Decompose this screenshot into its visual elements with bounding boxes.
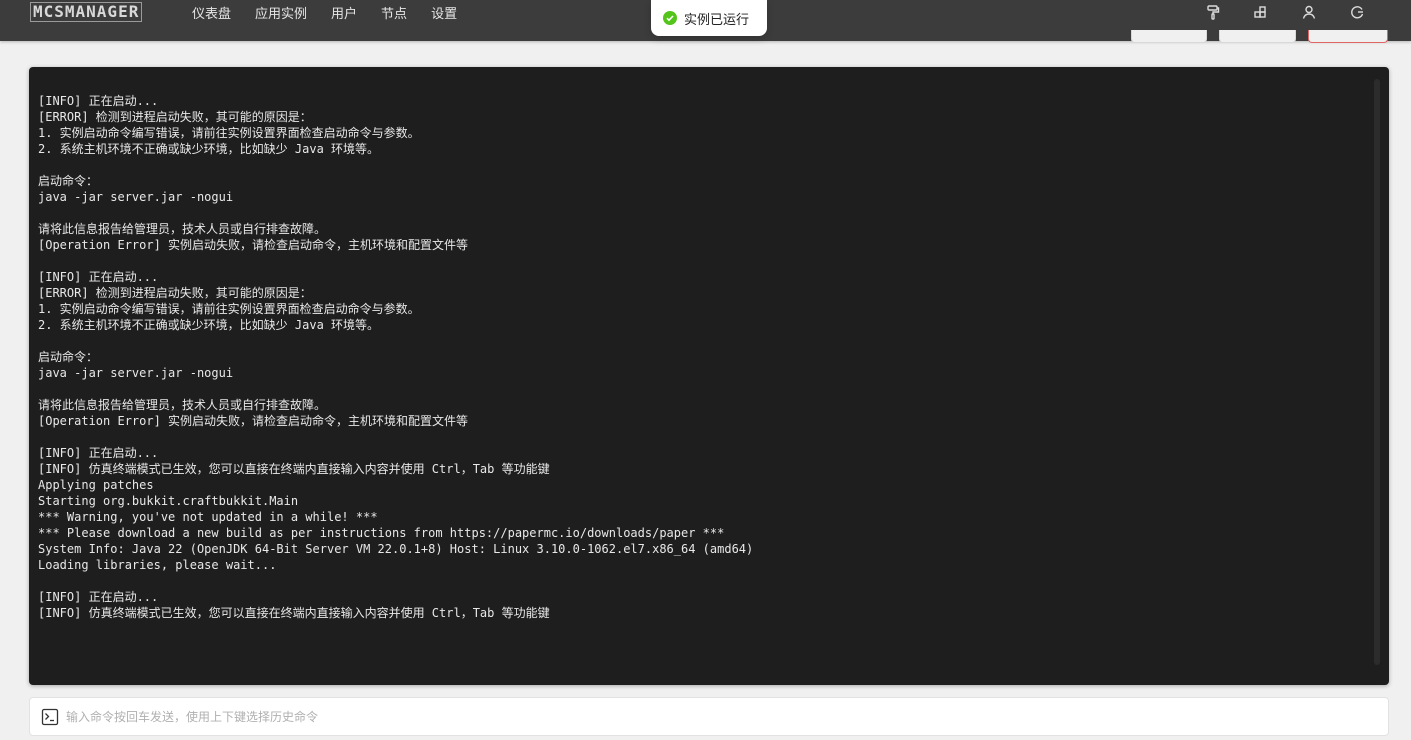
terminal-line: [Operation Error] 实例启动失败，请检查启动命令，主机环境和配置…	[38, 414, 469, 428]
terminal-console[interactable]: [INFO] 正在启动... [ERROR] 检测到进程启动失败，其可能的原因是：…	[29, 67, 1389, 685]
nav-item-dashboard[interactable]: 仪表盘	[180, 3, 243, 22]
terminal-line: [INFO] 正在启动...	[38, 270, 159, 284]
terminal-line: Applying patches	[38, 478, 154, 492]
terminal-line: 2. 系统主机环境不正确或缺少环境，比如缺少 Java 环境等。	[38, 142, 380, 156]
terminal-line: 请将此信息报告给管理员，技术人员或自行排查故障。	[38, 398, 327, 412]
paint-roller-icon[interactable]	[1189, 4, 1237, 20]
terminal-line: java -jar server.jar -nogui	[38, 366, 234, 380]
terminal-prompt-icon	[41, 708, 59, 725]
terminal-line: [INFO] 仿真终端模式已生效，您可以直接在终端内直接输入内容并使用 Ctrl…	[38, 462, 550, 476]
toolbar-button-partial-danger[interactable]	[1308, 30, 1388, 43]
success-toast: 实例已运行	[651, 0, 767, 36]
nav-item-instances[interactable]: 应用实例	[243, 3, 319, 22]
terminal-line: *** Please download a new build as per i…	[38, 526, 725, 540]
terminal-line: 2. 系统主机环境不正确或缺少环境，比如缺少 Java 环境等。	[38, 318, 380, 332]
terminal-line: [ERROR] 检测到进程启动失败，其可能的原因是：	[38, 110, 312, 124]
layout-icon[interactable]	[1237, 4, 1285, 20]
nav-item-settings[interactable]: 设置	[419, 3, 469, 22]
terminal-line: [INFO] 正在启动...	[38, 446, 159, 460]
toolbar-button-partial[interactable]	[1219, 30, 1296, 43]
terminal-line: [ERROR] 检测到进程启动失败，其可能的原因是：	[38, 286, 312, 300]
terminal-line: [INFO] 仿真终端模式已生效，您可以直接在终端内直接输入内容并使用 Ctrl…	[38, 606, 550, 620]
terminal-line: 启动命令：	[38, 174, 99, 188]
terminal-line: 请将此信息报告给管理员，技术人员或自行排查故障。	[38, 222, 327, 236]
terminal-line: [Operation Error] 实例启动失败，请检查启动命令，主机环境和配置…	[38, 238, 469, 252]
terminal-scrollbar[interactable]	[1374, 79, 1380, 665]
logout-icon[interactable]	[1333, 4, 1381, 20]
command-input[interactable]	[64, 708, 1368, 725]
user-icon[interactable]	[1285, 4, 1333, 20]
main-nav: 仪表盘 应用实例 用户 节点 设置	[180, 0, 469, 24]
header-actions	[1189, 0, 1381, 24]
terminal-output: [INFO] 正在启动... [ERROR] 检测到进程启动失败，其可能的原因是：…	[38, 93, 753, 621]
nav-item-nodes[interactable]: 节点	[369, 3, 419, 22]
toast-message: 实例已运行	[684, 12, 750, 28]
terminal-line: java -jar server.jar -nogui	[38, 190, 234, 204]
toolbar-button-partial[interactable]	[1131, 30, 1207, 43]
terminal-line: System Info: Java 22 (OpenJDK 64-Bit Ser…	[38, 542, 754, 556]
terminal-line: 1. 实例启动命令编写错误，请前往实例设置界面检查启动命令与参数。	[38, 302, 420, 316]
check-circle-icon	[663, 11, 677, 25]
terminal-line: *** Warning, you've not updated in a whi…	[38, 510, 378, 524]
terminal-line: [INFO] 正在启动...	[38, 590, 159, 604]
terminal-line: 启动命令：	[38, 350, 99, 364]
terminal-line: Starting org.bukkit.craftbukkit.Main	[38, 494, 299, 508]
terminal-line: 1. 实例启动命令编写错误，请前往实例设置界面检查启动命令与参数。	[38, 126, 420, 140]
terminal-line: [INFO] 正在启动...	[38, 94, 159, 108]
nav-item-users[interactable]: 用户	[319, 3, 369, 22]
command-input-box	[29, 697, 1389, 736]
app-logo[interactable]: MCSMANAGER	[30, 2, 143, 22]
terminal-line: Loading libraries, please wait...	[38, 558, 277, 572]
